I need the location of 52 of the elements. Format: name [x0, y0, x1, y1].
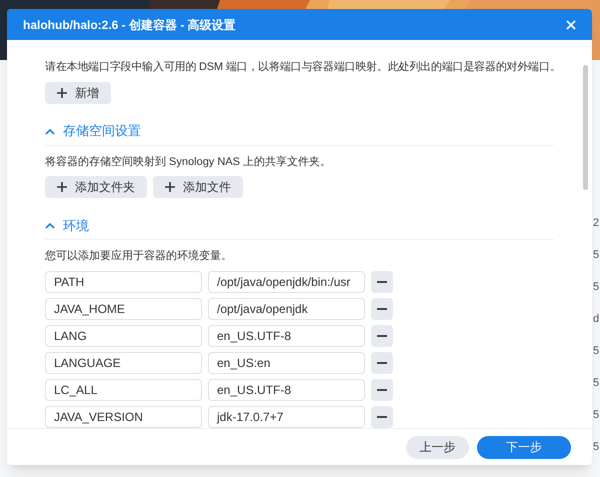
minus-icon: [377, 280, 387, 282]
chevron-up-icon: [45, 128, 55, 134]
minus-icon: [377, 308, 387, 310]
background-text: 5: [593, 280, 600, 295]
variable-name-field[interactable]: JAVA_HOME: [45, 298, 202, 320]
variable-value-field[interactable]: /opt/java/openjdk: [208, 298, 365, 320]
plus-icon: [57, 88, 67, 98]
minus-icon: [377, 388, 387, 390]
ports-description: 请在本地端口字段中输入可用的 DSM 端口，以将端口与容器端口映射。此处列出的端口是容器的对外端口。: [45, 60, 561, 75]
section-title: 环境: [63, 216, 89, 235]
background-text: 5: [593, 344, 600, 359]
add-button[interactable]: 新增: [45, 82, 111, 104]
variable-name-field[interactable]: LANGUAGE: [45, 352, 202, 374]
remove-button[interactable]: [371, 298, 393, 320]
section-description: 将容器的存储空间映射到 Synology NAS 上的共享文件夹。: [45, 154, 332, 170]
back-button[interactable]: 上一步: [406, 436, 469, 458]
scrollbar[interactable]: [583, 65, 588, 190]
background-text: 5: [593, 440, 600, 455]
remove-button[interactable]: [371, 378, 393, 400]
minus-icon: [377, 416, 387, 418]
background-text: 5: [593, 408, 600, 423]
section-header[interactable]: 环境: [45, 216, 554, 240]
variable-value-field[interactable]: en_US.UTF-8: [208, 324, 365, 346]
background-text: 2: [593, 216, 600, 231]
plus-icon: [165, 182, 175, 192]
variable-value-field[interactable]: /opt/java/openjdk/bin:/usr: [208, 270, 365, 292]
chevron-up-icon: [45, 222, 55, 229]
variable-name-field[interactable]: LC_ALL: [45, 378, 202, 400]
remove-button[interactable]: [371, 406, 393, 428]
next-button[interactable]: 下一步: [477, 436, 571, 458]
remove-button[interactable]: [371, 270, 393, 292]
minus-icon: [377, 334, 387, 336]
variable-value-field[interactable]: en_US:en: [208, 352, 365, 374]
add-button[interactable]: 添加文件夹: [45, 176, 147, 198]
background-text: 5: [593, 376, 600, 391]
remove-button[interactable]: [371, 352, 393, 374]
variable-name-field[interactable]: LANG: [45, 324, 202, 346]
section-header[interactable]: 存储空间设置: [45, 122, 554, 146]
section-description: 您可以添加要应用于容器的环境变量。: [45, 248, 233, 264]
minus-icon: [377, 362, 387, 364]
plus-icon: [57, 182, 67, 192]
variable-value-field[interactable]: jdk-17.0.7+7: [208, 406, 365, 428]
variable-name-field[interactable]: JAVA_VERSION: [45, 406, 202, 428]
background-text: d: [593, 312, 600, 327]
window-title: halohub/halo:2.6 - 创建容器 - 高级设置: [23, 16, 236, 34]
variable-name-field[interactable]: PATH: [45, 270, 202, 292]
section-title: 存储空间设置: [63, 122, 141, 140]
background-text: 5: [593, 248, 600, 263]
remove-button[interactable]: [371, 324, 393, 346]
variable-value-field[interactable]: en_US.UTF-8: [208, 378, 365, 400]
close-icon[interactable]: [566, 20, 576, 30]
add-button[interactable]: 添加文件: [153, 176, 243, 198]
